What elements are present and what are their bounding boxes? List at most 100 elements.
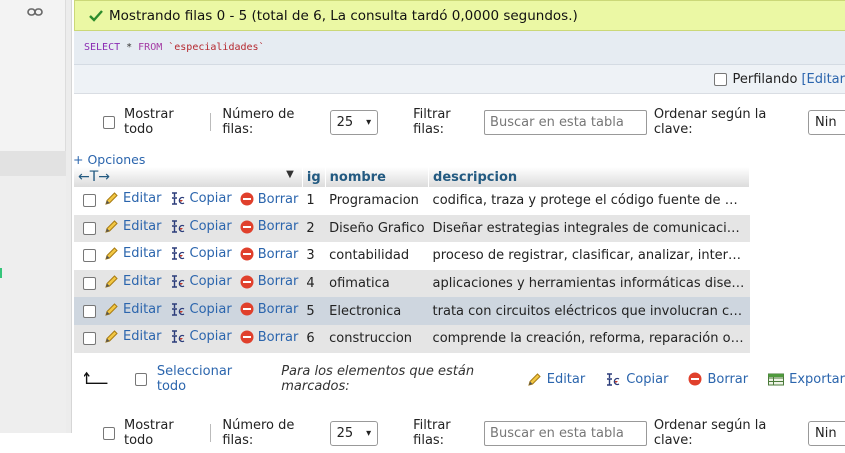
navigation-selected-item[interactable]	[0, 151, 66, 176]
edit-button[interactable]: Editar	[104, 302, 162, 317]
edit-button[interactable]: Editar	[104, 274, 162, 289]
profiling-label: Perfilando	[732, 71, 798, 87]
row-checkbox[interactable]	[83, 304, 96, 318]
row-checkbox-cell	[74, 242, 100, 270]
delete-icon	[240, 192, 254, 206]
delete-button[interactable]: Borrar	[240, 274, 298, 289]
column-arrows[interactable]: ←T→	[78, 169, 110, 185]
chevron-down-icon: ▾	[366, 116, 372, 128]
copy-label: Copiar	[189, 246, 232, 262]
row-checkbox[interactable]	[83, 332, 96, 346]
cell-nombre[interactable]: contabilidad	[325, 242, 429, 270]
cell-nombre[interactable]: Electronica	[325, 297, 429, 325]
edit-cell: Editar	[100, 269, 166, 298]
cell-id[interactable]: 5	[302, 297, 326, 325]
copy-button[interactable]: Copiar	[170, 219, 232, 234]
row-checkbox[interactable]	[83, 277, 96, 291]
delete-icon	[240, 220, 254, 234]
rows-select[interactable]: 25 ▾	[329, 109, 379, 135]
delete-button[interactable]: Borrar	[240, 192, 298, 207]
sort-label-bottom: Ordenar según la clave:	[653, 418, 767, 448]
row-checkbox-cell	[74, 297, 100, 325]
show-all-checkbox[interactable]	[103, 115, 115, 129]
cell-id[interactable]: 4	[302, 269, 326, 298]
rows-select-bottom[interactable]: 25 ▾	[329, 420, 379, 446]
rows-select-value-bottom: 25	[336, 425, 354, 441]
copy-label: Copiar	[189, 329, 232, 345]
pencil-icon	[105, 275, 118, 288]
filter-label: Filtrar filas:	[413, 107, 451, 137]
delete-icon	[240, 330, 254, 344]
profiling-checkbox[interactable]	[713, 72, 727, 86]
link-icon[interactable]	[27, 6, 43, 18]
delete-button[interactable]: Borrar	[240, 302, 298, 317]
copy-button[interactable]: Copiar	[170, 191, 232, 206]
edit-cell: Editar	[100, 214, 166, 243]
delete-button[interactable]: Borrar	[240, 247, 298, 262]
pencil-icon	[105, 247, 118, 261]
edit-button[interactable]: Editar	[104, 329, 162, 344]
cell-descripcion[interactable]: aplicaciones y herramientas informáticas…	[428, 269, 750, 298]
delete-cell: Borrar	[235, 269, 303, 298]
column-header-id[interactable]: ig	[302, 167, 326, 187]
row-checkbox[interactable]	[83, 194, 96, 208]
cell-nombre[interactable]: ofimatica	[325, 269, 429, 298]
delete-icon	[240, 302, 254, 316]
delete-label: Borrar	[257, 219, 299, 235]
cell-id[interactable]: 2	[302, 214, 326, 243]
cell-descripcion[interactable]: proceso de registrar, clasificar, analiz…	[428, 242, 750, 270]
cell-nombre[interactable]: construccion	[325, 324, 429, 353]
navigation-panel	[0, 0, 66, 433]
bulk-edit-button[interactable]: Editar	[527, 371, 586, 387]
bulk-export-button[interactable]: Exportar	[768, 372, 845, 387]
cell-id[interactable]: 1	[302, 187, 326, 215]
cell-nombre[interactable]: Programacion	[325, 187, 429, 215]
edit-label: Editar	[123, 191, 162, 207]
sql-table-name: `especialidades`	[168, 42, 265, 53]
show-all-checkbox-bottom[interactable]	[103, 426, 115, 440]
copy-button[interactable]: Copiar	[170, 302, 232, 317]
bulk-copy-button[interactable]: Copiar	[605, 372, 668, 387]
cell-nombre[interactable]: Diseño Grafico	[325, 214, 429, 243]
filter-input-bottom[interactable]: Buscar en esta tabla	[484, 420, 647, 446]
cell-descripcion[interactable]: codifica, traza y protege el código fuen…	[428, 187, 750, 215]
panel-resizer[interactable]	[66, 0, 72, 433]
column-header-nombre[interactable]: nombre	[325, 167, 430, 187]
copy-button[interactable]: Copiar	[170, 246, 232, 261]
edit-inline-link[interactable]: [Editar	[801, 72, 845, 87]
bulk-edit-label: Editar	[546, 371, 586, 387]
edit-button[interactable]: Editar	[104, 191, 162, 206]
copy-cell: Copiar	[165, 297, 236, 325]
sort-select-bottom[interactable]: Nin	[808, 420, 845, 446]
copy-button[interactable]: Copiar	[170, 274, 232, 289]
copy-button[interactable]: Copiar	[170, 329, 232, 344]
row-checkbox[interactable]	[83, 221, 96, 235]
select-all-checkbox[interactable]	[135, 372, 147, 386]
profiling-bar: Perfilando [Editar	[74, 65, 845, 94]
row-checkbox[interactable]	[83, 249, 96, 263]
delete-icon	[240, 247, 254, 261]
table-row: Editar Copiar Borrar 6 construccion comprende…	[74, 324, 750, 353]
delete-button[interactable]: Borrar	[240, 219, 299, 235]
cell-descripcion[interactable]: comprende la creación, reforma, reparaci…	[428, 324, 750, 353]
sort-triangle-icon[interactable]: ▼	[286, 169, 294, 180]
cell-descripcion[interactable]: Diseñar estrategias integrales de comuni…	[428, 214, 750, 243]
row-checkbox-cell	[74, 324, 100, 353]
divider	[210, 113, 212, 131]
column-header-descripcion[interactable]: descripcion	[428, 167, 751, 187]
select-all-link[interactable]: Seleccionar todo	[157, 364, 251, 394]
filter-input[interactable]: Buscar en esta tabla	[484, 109, 647, 135]
cell-id[interactable]: 3	[302, 242, 326, 270]
table-row: Editar Copiar Borrar 4 ofimatica aplicaciones…	[74, 269, 750, 298]
edit-button[interactable]: Editar	[104, 246, 162, 261]
bulk-delete-button[interactable]: Borrar	[688, 372, 748, 387]
edit-button[interactable]: Editar	[104, 219, 162, 234]
cell-id[interactable]: 6	[302, 324, 326, 353]
sort-select[interactable]: Nin	[808, 109, 845, 135]
table-row: Editar Copiar Borrar 1 Programacion codifica,…	[74, 187, 750, 215]
rows-label: Número de filas:	[222, 107, 295, 137]
options-link[interactable]: + Opciones	[73, 152, 145, 167]
edit-cell: Editar	[100, 297, 166, 325]
delete-button[interactable]: Borrar	[240, 330, 298, 345]
cell-descripcion[interactable]: trata con circuitos eléctricos que invol…	[428, 297, 750, 325]
